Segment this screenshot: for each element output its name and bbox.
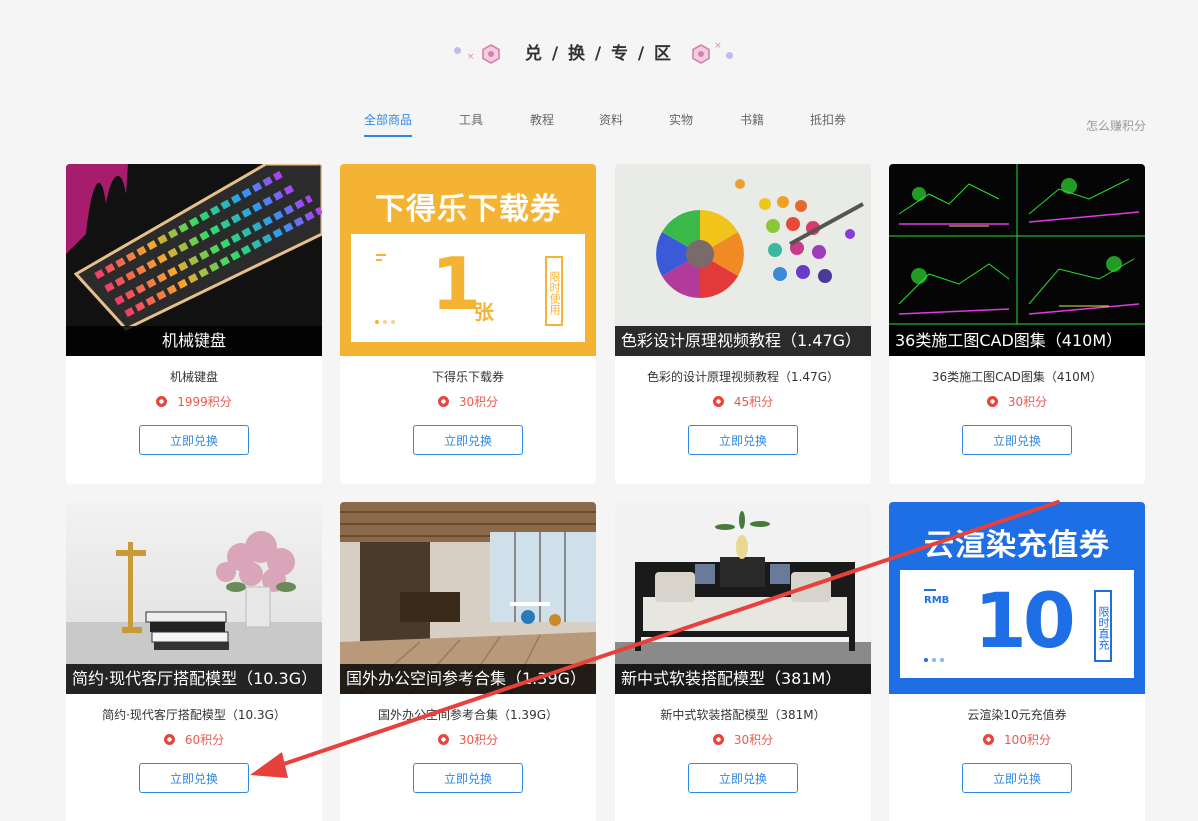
- living-room-image[interactable]: 简约·现代客厅搭配模型（10.3G）: [66, 502, 322, 694]
- tab-materials[interactable]: 资料: [599, 111, 623, 137]
- product-points: 30积分: [615, 732, 871, 748]
- redeem-button[interactable]: 立即兑换: [413, 425, 523, 455]
- right-decoration: ×: [692, 38, 746, 70]
- redeem-button[interactable]: 立即兑换: [962, 425, 1072, 455]
- product-card: 色彩设计原理视频教程（1.47G） 色彩的设计原理视频教程（1.47G） 45积…: [615, 164, 871, 484]
- download-voucher-image[interactable]: 下得乐下载券 1 张 限时使用: [340, 164, 596, 356]
- image-caption: 国外办公空间参考合集（1.39G）: [340, 664, 596, 694]
- hexagon-icon: [482, 44, 500, 64]
- left-decoration: ×: [452, 38, 506, 70]
- points-icon: [712, 734, 724, 745]
- render-voucher-image[interactable]: 云渲染充值券 RMB 10 限时直充: [889, 502, 1145, 694]
- tab-vouchers[interactable]: 抵扣券: [810, 111, 846, 137]
- product-points: 30积分: [889, 394, 1145, 410]
- section-header: × 兑 / 换 / 专 / 区 ×: [0, 38, 1198, 70]
- image-caption: 36类施工图CAD图集（410M）: [889, 326, 1145, 356]
- tab-tools[interactable]: 工具: [459, 111, 483, 137]
- page-title: 兑 / 换 / 专 / 区: [524, 44, 674, 64]
- product-points: 30积分: [340, 394, 596, 410]
- chinese-sofa-image[interactable]: 新中式软装搭配模型（381M）: [615, 502, 871, 694]
- image-caption: 色彩设计原理视频教程（1.47G）: [615, 326, 871, 356]
- product-card: 机械键盘 机械键盘 1999积分 立即兑换: [66, 164, 322, 484]
- image-caption: 简约·现代客厅搭配模型（10.3G）: [66, 664, 322, 694]
- tab-books[interactable]: 书籍: [740, 111, 764, 137]
- redeem-button[interactable]: 立即兑换: [139, 763, 249, 793]
- product-name: 新中式软装搭配模型（381M）: [660, 708, 826, 722]
- redeem-button[interactable]: 立即兑换: [962, 763, 1072, 793]
- product-name: 色彩的设计原理视频教程（1.47G）: [646, 370, 840, 384]
- product-card: 简约·现代客厅搭配模型（10.3G） 简约·现代客厅搭配模型（10.3G） 60…: [66, 502, 322, 821]
- cad-drawing-image[interactable]: 36类施工图CAD图集（410M）: [889, 164, 1145, 356]
- product-name: 下得乐下载券: [431, 370, 504, 384]
- hexagon-icon: [692, 44, 710, 64]
- product-points: 1999积分: [66, 394, 322, 410]
- keyboard-image[interactable]: 机械键盘: [66, 164, 322, 356]
- product-name: 云渲染10元充值券: [967, 708, 1067, 722]
- product-card: 下得乐下载券 1 张 限时使用 下得乐下载券 30积分 立即兑换: [340, 164, 596, 484]
- product-name: 国外办公空间参考合集（1.39G）: [377, 708, 559, 722]
- redeem-button[interactable]: 立即兑换: [688, 763, 798, 793]
- image-caption: 新中式软装搭配模型（381M）: [615, 664, 871, 694]
- how-to-earn-points-link[interactable]: 怎么赚积分: [1086, 117, 1146, 134]
- redeem-button[interactable]: 立即兑换: [139, 425, 249, 455]
- points-icon: [163, 734, 175, 745]
- product-points: 30积分: [340, 732, 596, 748]
- image-caption: 机械键盘: [66, 326, 322, 356]
- redeem-button[interactable]: 立即兑换: [688, 425, 798, 455]
- office-space-image[interactable]: 国外办公空间参考合集（1.39G）: [340, 502, 596, 694]
- points-icon: [156, 396, 168, 407]
- product-points: 100积分: [889, 732, 1145, 748]
- color-wheel-image[interactable]: 色彩设计原理视频教程（1.47G）: [615, 164, 871, 356]
- points-icon: [712, 396, 724, 407]
- points-icon: [983, 734, 995, 745]
- product-points: 45积分: [615, 394, 871, 410]
- product-name: 机械键盘: [169, 370, 218, 384]
- tab-tutorials[interactable]: 教程: [530, 111, 554, 137]
- product-points: 60积分: [66, 732, 322, 748]
- points-icon: [437, 396, 449, 407]
- product-card: 36类施工图CAD图集（410M） 36类施工图CAD图集（410M） 30积分…: [889, 164, 1145, 484]
- product-name: 简约·现代客厅搭配模型（10.3G）: [102, 708, 286, 722]
- product-card: 国外办公空间参考合集（1.39G） 国外办公空间参考合集（1.39G） 30积分…: [340, 502, 596, 821]
- tab-all[interactable]: 全部商品: [364, 111, 413, 137]
- redeem-button[interactable]: 立即兑换: [413, 763, 523, 793]
- points-icon: [986, 396, 998, 407]
- tab-physical[interactable]: 实物: [669, 111, 693, 137]
- product-name: 36类施工图CAD图集（410M）: [931, 370, 1103, 384]
- product-card: 云渲染充值券 RMB 10 限时直充 云渲染10元充值券 100积分 立即兑换: [889, 502, 1145, 821]
- points-icon: [437, 734, 449, 745]
- product-card: 新中式软装搭配模型（381M） 新中式软装搭配模型（381M） 30积分 立即兑…: [615, 502, 871, 821]
